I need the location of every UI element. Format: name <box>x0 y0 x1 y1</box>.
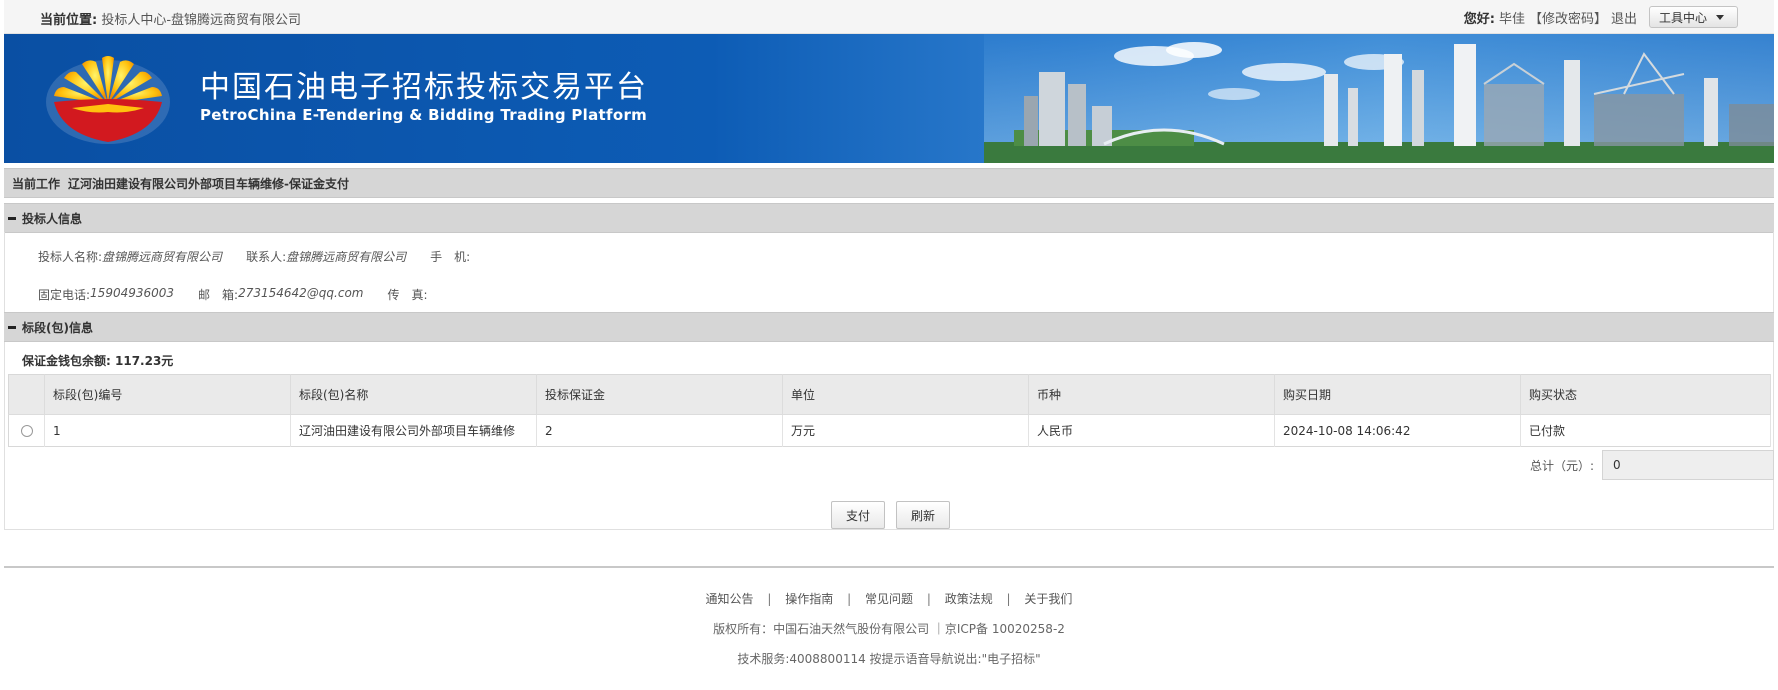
separator: | <box>1006 592 1011 606</box>
footer-link-guide[interactable]: 操作指南 <box>785 592 833 606</box>
phone-label: 固定电话: <box>38 288 91 302</box>
section-name-cell: 辽河油田建设有限公司外部项目车辆维修 <box>290 414 537 447</box>
table-row[interactable]: 1 辽河油田建设有限公司外部项目车辆维修 2 万元 人民币 2024-10-08… <box>8 414 1771 447</box>
email-value: 273154642@qq.com <box>238 286 364 300</box>
separator: | <box>847 592 852 606</box>
column-header: 购买状态 <box>1520 374 1771 415</box>
footer-links: 通知公告 | 操作指南 | 常见问题 | 政策法规 | 关于我们 <box>0 590 1778 607</box>
user-name: 毕佳 <box>1498 11 1525 27</box>
current-location: 当前位置: 投标人中心-盘锦腾远商贸有限公司 <box>40 9 301 28</box>
footer-link-about[interactable]: 关于我们 <box>1024 592 1072 606</box>
footer-link-notice[interactable]: 通知公告 <box>706 592 754 606</box>
current-work-bar: 当前工作 辽河油田建设有限公司外部项目车辆维修-保证金支付 <box>4 168 1774 198</box>
column-header: 购买日期 <box>1274 374 1521 415</box>
current-work-label: 当前工作 <box>12 176 61 191</box>
fax-label: 传 真: <box>387 288 428 302</box>
greeting-label: 您好: <box>1463 11 1495 27</box>
column-header: 投标保证金 <box>536 374 783 415</box>
footer-link-policy[interactable]: 政策法规 <box>945 592 993 606</box>
column-header: 标段(包)编号 <box>44 374 291 415</box>
platform-banner: 中国石油电子招标投标交易平台 PetroChina E-Tendering & … <box>4 34 1774 163</box>
bidder-name-label: 投标人名称: <box>38 250 103 264</box>
footer-link-faq[interactable]: 常见问题 <box>865 592 913 606</box>
top-bar: 当前位置: 投标人中心-盘锦腾远商贸有限公司 您好: 毕佳 【修改密码】 退出 … <box>4 0 1774 34</box>
logout-link[interactable]: 退出 <box>1611 8 1637 27</box>
contact-value: 盘锦腾远商贸有限公司 <box>286 250 407 264</box>
footer-copyright: 版权所有：中国石油天然气股份有限公司 ｜京ICP备 10020258-2 <box>713 622 1065 636</box>
total-label: 总计（元）: <box>1529 458 1594 473</box>
row-select-cell <box>8 414 45 447</box>
separator: | <box>926 592 931 606</box>
petrochina-logo <box>46 56 170 144</box>
bidder-info-row-1: 投标人名称: 盘锦腾远商贸有限公司 联系人: 盘锦腾远商贸有限公司 手 机: <box>38 248 494 265</box>
table-header-row: 标段(包)编号 标段(包)名称 投标保证金 单位 币种 购买日期 购买状态 <box>8 374 1771 415</box>
separator: | <box>767 592 772 606</box>
total-input[interactable]: 0 <box>1602 450 1774 480</box>
pay-button[interactable]: 支付 <box>831 501 886 529</box>
column-header: 币种 <box>1028 374 1275 415</box>
tool-center-dropdown[interactable]: 工具中心 <box>1648 6 1738 28</box>
bidder-info-title: 投标人信息 <box>22 211 83 226</box>
change-password-link[interactable]: 【修改密码】 <box>1529 8 1607 27</box>
section-info-header[interactable]: 标段(包)信息 <box>4 312 1774 342</box>
location-value: 投标人中心-盘锦腾远商贸有限公司 <box>101 13 302 28</box>
user-area: 您好: 毕佳 【修改密码】 退出 工具中心 <box>1464 6 1738 28</box>
column-header: 单位 <box>782 374 1029 415</box>
bidder-info-header[interactable]: 投标人信息 <box>4 203 1774 233</box>
wallet-balance: 保证金钱包余额: 117.23元 <box>22 352 173 369</box>
column-header: 标段(包)名称 <box>290 374 537 415</box>
bidder-name-value: 盘锦腾远商贸有限公司 <box>102 250 223 264</box>
bidder-info-row-2: 固定电话: 15904936003 邮 箱: 273154642@qq.com … <box>38 286 452 303</box>
deposit-cell: 2 <box>536 414 783 447</box>
footer-tech-support: 技术服务:4008800114 按提示语音导航说出:"电子招标" <box>737 652 1041 666</box>
location-label: 当前位置: <box>40 13 98 28</box>
purchase-date-cell: 2024-10-08 14:06:42 <box>1274 414 1521 447</box>
balance-label: 保证金钱包余额: <box>22 354 111 368</box>
section-no-cell: 1 <box>44 414 291 447</box>
footer-divider <box>4 566 1774 568</box>
email-label: 邮 箱: <box>198 288 239 302</box>
total-area: 总计（元）: 0 <box>1530 450 1774 480</box>
refresh-button[interactable]: 刷新 <box>896 501 951 529</box>
collapse-icon[interactable] <box>8 325 16 329</box>
caret-down-icon <box>1716 14 1724 20</box>
industrial-skyline-image <box>984 34 1774 163</box>
balance-value: 117.23元 <box>115 354 174 368</box>
mobile-label: 手 机: <box>430 250 471 264</box>
banner-title-en: PetroChina E-Tendering & Bidding Trading… <box>200 106 648 124</box>
select-column-header <box>8 374 45 415</box>
collapse-icon[interactable] <box>8 216 16 220</box>
purchase-status-cell: 已付款 <box>1520 414 1771 447</box>
unit-cell: 万元 <box>782 414 1029 447</box>
banner-title-cn: 中国石油电子招标投标交易平台 <box>200 70 648 105</box>
phone-value: 15904936003 <box>90 286 175 300</box>
current-work-value: 辽河油田建设有限公司外部项目车辆维修-保证金支付 <box>68 176 349 191</box>
currency-cell: 人民币 <box>1028 414 1275 447</box>
tool-center-label: 工具中心 <box>1658 10 1707 25</box>
section-info-title: 标段(包)信息 <box>22 320 93 335</box>
row-radio-button[interactable] <box>20 425 33 437</box>
section-table: 标段(包)编号 标段(包)名称 投标保证金 单位 币种 购买日期 购买状态 1 … <box>8 374 1771 447</box>
contact-label: 联系人: <box>246 250 287 264</box>
